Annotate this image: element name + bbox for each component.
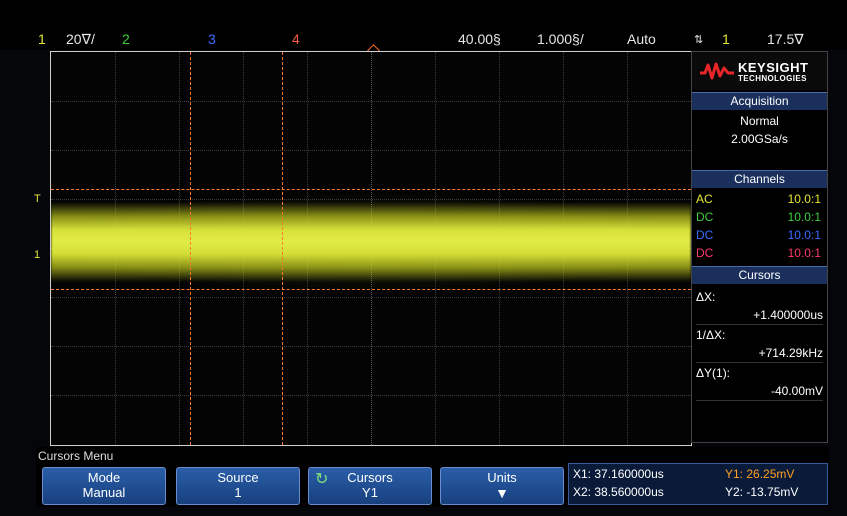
submenu-arrow-icon: ▼ [495, 485, 509, 501]
info-panel: KEYSIGHT TECHNOLOGIES Acquisition Normal… [691, 51, 828, 443]
trigger-mode: Auto [627, 31, 656, 47]
menu-title: Cursors Menu [38, 449, 114, 463]
x2-readout: X2: 38.560000us [573, 485, 664, 499]
channel-3-label[interactable]: 3 [208, 31, 216, 47]
divider [696, 362, 823, 363]
status-bar: 1 20∇/ 2 3 4 40.00§ 1.000§/ Auto ⇅ 1 17.… [0, 0, 847, 50]
channel-row-2: DC 10.0:1 [696, 210, 823, 224]
brand-subtitle: TECHNOLOGIES [738, 74, 807, 83]
rotate-knob-icon: ↻ [315, 471, 329, 488]
channel-2-probe: 10.0:1 [787, 210, 821, 224]
delta-y-value: -40.00mV [770, 384, 823, 398]
y1-readout: Y1: 26.25mV [725, 467, 795, 481]
channel-3-coupling: DC [696, 228, 714, 242]
gridline [51, 297, 691, 298]
acquisition-mode: Normal [740, 114, 779, 128]
y2-readout: Y2: -13.75mV [725, 485, 799, 499]
channel-4-probe: 10.0:1 [787, 246, 821, 260]
softkey-menu: Cursors Menu Mode Manual Source 1 ↻ Curs… [36, 447, 829, 507]
trigger-level: 17.5∇ [767, 31, 804, 47]
mode-softkey-value: Manual [82, 485, 126, 500]
trigger-slope-icon: ⇅ [694, 34, 704, 46]
channel-row-1: AC 10.0:1 [696, 192, 823, 206]
gridline [51, 150, 691, 151]
trigger-level-marker: T [34, 193, 41, 205]
gridline [51, 101, 691, 102]
delta-x-label: ΔX: [696, 290, 716, 304]
channel-1-coupling: AC [696, 192, 713, 206]
channel-4-coupling: DC [696, 246, 714, 260]
cursors-softkey[interactable]: ↻ Cursors Y1 [308, 467, 432, 505]
channel-1-ground-marker: 1 [34, 249, 41, 261]
channel-1-probe: 10.0:1 [787, 192, 821, 206]
cursor-x1[interactable] [190, 52, 191, 445]
cursor-readout: X1: 37.160000us X2: 38.560000us Y1: 26.2… [568, 463, 828, 505]
channel-2-label[interactable]: 2 [122, 31, 130, 47]
cursor-y1[interactable] [51, 189, 691, 190]
channel-1-scale: 20∇/ [66, 31, 95, 47]
divider [696, 324, 823, 325]
waveform-display[interactable] [50, 51, 692, 446]
inverse-delta-x-label: 1/ΔX: [696, 328, 726, 342]
channel-4-label[interactable]: 4 [292, 31, 300, 47]
channel-1-waveform [51, 202, 691, 282]
source-softkey-value: 1 [234, 485, 242, 500]
acquisition-header[interactable]: Acquisition [692, 92, 827, 110]
gridline [51, 395, 691, 396]
brand-name: KEYSIGHT [738, 60, 809, 75]
channels-header[interactable]: Channels [692, 170, 827, 188]
source-softkey[interactable]: Source 1 [176, 467, 300, 505]
x1-readout: X1: 37.160000us [573, 467, 664, 481]
time-scale: 1.000§/ [537, 31, 584, 47]
keysight-wave-icon [700, 62, 734, 80]
channel-2-coupling: DC [696, 210, 714, 224]
channel-1-label[interactable]: 1 [38, 31, 46, 47]
inverse-delta-x-value: +714.29kHz [758, 346, 823, 360]
brand-logo: KEYSIGHT TECHNOLOGIES [692, 52, 827, 90]
delta-x-value: +1.400000us [753, 308, 823, 322]
channel-row-3: DC 10.0:1 [696, 228, 823, 242]
acquisition-rate: 2.00GSa/s [731, 132, 788, 146]
units-softkey[interactable]: Units ▼ [440, 467, 564, 505]
mode-softkey-label: Mode [87, 470, 121, 485]
units-softkey-label: Units [487, 470, 517, 485]
cursors-header[interactable]: Cursors [692, 266, 827, 284]
source-softkey-label: Source [217, 470, 259, 485]
gridline [51, 346, 691, 347]
cursor-x2[interactable] [282, 52, 283, 445]
delta-y-label: ΔY(1): [696, 366, 731, 380]
divider [696, 400, 823, 401]
mode-softkey[interactable]: Mode Manual [42, 467, 166, 505]
trigger-source: 1 [722, 31, 730, 47]
channel-row-4: DC 10.0:1 [696, 246, 823, 260]
channel-3-probe: 10.0:1 [787, 228, 821, 242]
time-delay: 40.00§ [458, 31, 501, 47]
cursor-y2[interactable] [51, 289, 691, 290]
